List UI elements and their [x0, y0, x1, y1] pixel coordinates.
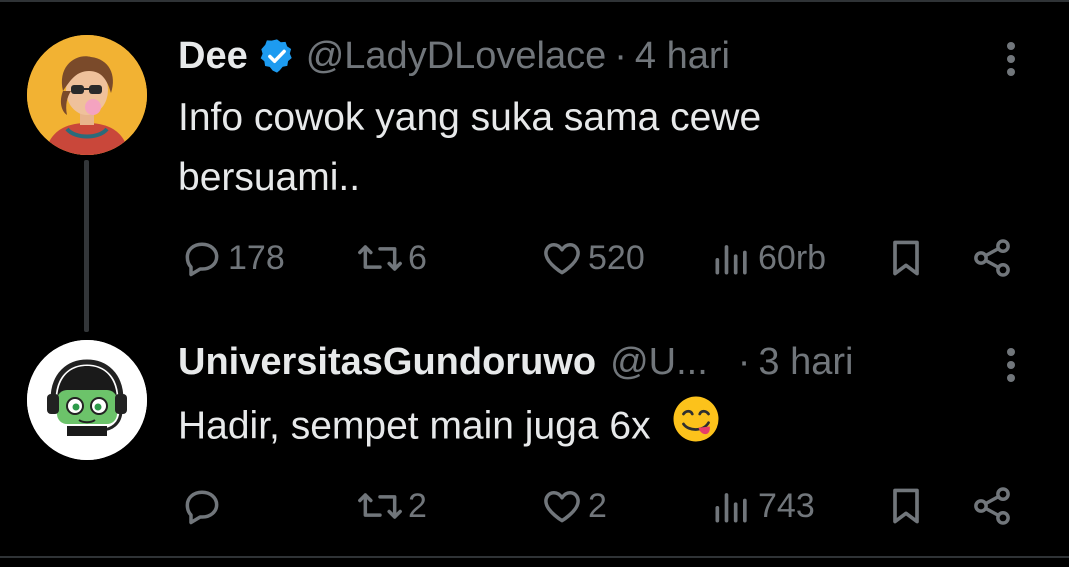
reply-button[interactable]: [180, 484, 228, 528]
tweet-header: UniversitasGundoruwo @U... · 3 hari: [178, 340, 853, 384]
timestamp[interactable]: 3 hari: [758, 341, 853, 384]
tweet-text: Info cowok yang suka sama cewe bersuami.…: [178, 88, 761, 208]
share-button[interactable]: [970, 236, 1014, 280]
more-icon[interactable]: [1001, 37, 1021, 81]
like-count: 2: [588, 486, 607, 525]
bottom-divider: [0, 556, 1069, 558]
tweet-text: Hadir, sempet main juga 6x: [178, 394, 721, 462]
share-icon: [974, 487, 1010, 525]
bookmark-button[interactable]: [884, 236, 928, 280]
top-divider: [0, 0, 1069, 2]
more-icon[interactable]: [1001, 343, 1021, 387]
display-name[interactable]: UniversitasGundoruwo: [178, 341, 596, 384]
retweet-button[interactable]: 6: [356, 236, 427, 280]
like-button[interactable]: 2: [540, 484, 607, 528]
separator-dot: ·: [737, 340, 751, 383]
tweet-text-line: Hadir, sempet main juga 6x: [178, 404, 651, 448]
avatar-universitasgundoruwo[interactable]: [27, 340, 147, 460]
views-count: 60rb: [758, 238, 827, 277]
like-count: 520: [588, 238, 645, 277]
views-button[interactable]: 60rb: [710, 236, 826, 280]
display-name[interactable]: Dee: [178, 35, 248, 78]
heart-icon: [544, 491, 580, 523]
retweet-count: 2: [408, 486, 427, 525]
handle[interactable]: @LadyDLovelace: [306, 35, 607, 78]
emoji-yum-icon: [671, 394, 721, 462]
heart-icon: [544, 243, 580, 275]
tweet-header: Dee @LadyDLovelace · 4 hari: [178, 34, 730, 78]
reply-button[interactable]: 178: [180, 236, 285, 280]
views-count: 743: [758, 486, 815, 525]
views-icon: [715, 493, 747, 523]
views-button[interactable]: 743: [710, 484, 815, 528]
avatar-dee[interactable]: [27, 35, 147, 155]
avatar-illustration: [27, 35, 147, 155]
share-icon: [974, 239, 1010, 277]
tweet-text-line: bersuami..: [178, 156, 361, 199]
retweet-icon: [358, 245, 402, 271]
retweet-count: 6: [408, 238, 427, 277]
handle[interactable]: @U...: [610, 341, 708, 384]
retweet-icon: [358, 493, 402, 519]
reply-icon: [185, 490, 219, 525]
share-button[interactable]: [970, 484, 1014, 528]
bookmark-button[interactable]: [884, 484, 928, 528]
avatar-illustration: [27, 340, 147, 460]
thread-connector: [84, 160, 89, 332]
separator-dot: ·: [614, 34, 627, 77]
bookmark-icon: [893, 488, 919, 524]
timestamp[interactable]: 4 hari: [635, 35, 730, 78]
verified-badge-icon[interactable]: [258, 37, 296, 75]
views-icon: [715, 245, 747, 275]
reply-icon: [185, 242, 219, 277]
reply-count: 178: [228, 238, 285, 277]
like-button[interactable]: 520: [540, 236, 645, 280]
bookmark-icon: [893, 240, 919, 276]
retweet-button[interactable]: 2: [356, 484, 427, 528]
tweet-text-line: Info cowok yang suka sama cewe: [178, 96, 762, 139]
